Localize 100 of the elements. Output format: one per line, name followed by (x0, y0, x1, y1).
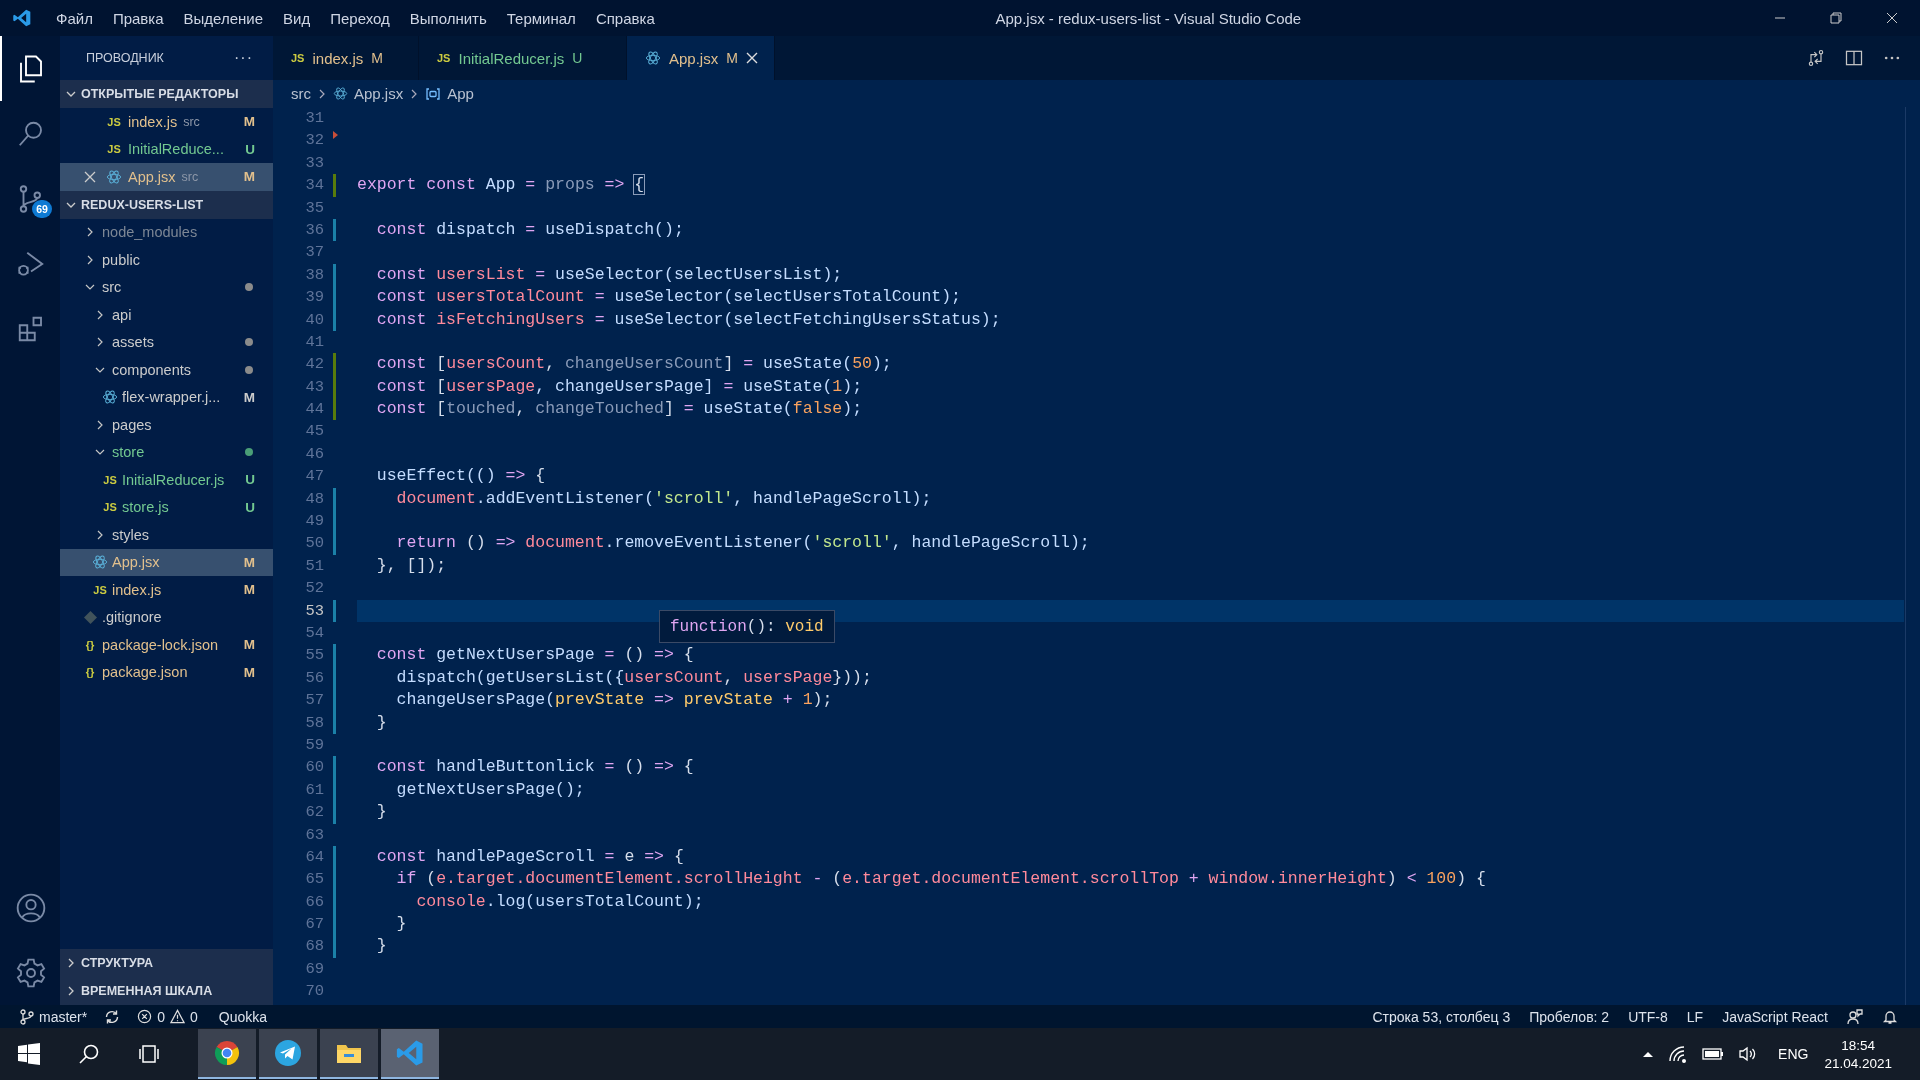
battery-icon[interactable] (1702, 1047, 1725, 1061)
tree-item[interactable]: public (60, 246, 273, 274)
tree-item[interactable]: {} package-lock.json M (60, 631, 273, 659)
git-status: U (245, 141, 255, 157)
code-line: const [usersPage, changeUsersPage] = useState(1); (375, 376, 863, 396)
tree-item[interactable]: JS store.js U (60, 493, 273, 521)
language-mode[interactable]: JavaScript React (1722, 1008, 1828, 1025)
warning-count[interactable]: 0 (190, 1008, 198, 1025)
breadcrumb-item[interactable]: App (447, 85, 474, 102)
tree-item[interactable]: JS InitialReducer.js U (60, 466, 273, 494)
tree-item[interactable]: App.jsx M (60, 548, 273, 576)
atom-icon (333, 86, 348, 101)
windows-logo-icon[interactable] (18, 1043, 40, 1065)
activity-bar-item[interactable]: 69 (0, 166, 60, 231)
file-name: package-lock.json (102, 636, 219, 653)
section-header[interactable]: REDUX-USERS-LIST (60, 190, 273, 219)
sync-icon[interactable] (104, 1008, 121, 1025)
code-line: export const App = props => { (357, 175, 645, 195)
open-editor-item[interactable]: JS InitialReduce... U (60, 135, 273, 163)
editor-tab[interactable]: App.jsx M (627, 36, 775, 80)
tree-item[interactable]: src (60, 273, 273, 301)
menu-item[interactable]: Выполнить (399, 9, 497, 27)
warning-icon[interactable] (170, 1009, 186, 1024)
code-line: }, []); (375, 555, 447, 575)
tab-title: index.js (312, 49, 364, 67)
more-actions-button[interactable]: ··· (234, 49, 253, 67)
tree-item[interactable]: store (60, 438, 273, 466)
tree-item[interactable]: pages (60, 411, 273, 439)
file-type-label: JS (437, 52, 451, 64)
taskbar-app[interactable] (259, 1029, 317, 1079)
tree-item[interactable]: styles (60, 521, 273, 549)
line-number: 35 (304, 197, 324, 219)
search-icon[interactable] (78, 1043, 100, 1065)
file-type-label: {} (85, 638, 95, 651)
file-name: flex-wrapper.j... (122, 389, 221, 406)
file-name: components (112, 361, 191, 378)
menu-item[interactable]: Выделение (173, 9, 274, 27)
code-line: const usersTotalCount = useSelector(selectUsersTotalCount); (375, 287, 962, 307)
split-editor-icon[interactable] (1844, 48, 1864, 68)
branch-icon[interactable] (20, 1008, 34, 1025)
atom-icon (102, 389, 118, 406)
section-header[interactable]: СТРУКТУРА (60, 949, 273, 977)
task-view-icon[interactable] (138, 1043, 160, 1065)
line-number: 63 (304, 824, 324, 846)
line-number: 41 (304, 331, 324, 353)
menu-item[interactable]: Переход (320, 9, 400, 27)
code-line: const handlePageScroll = e => { (375, 846, 684, 866)
breadcrumb-item[interactable]: App.jsx (354, 85, 404, 102)
file-name: store.js (122, 499, 169, 516)
open-editor-item[interactable]: App.jsx src M (60, 163, 273, 191)
tree-item[interactable]: {} package.json M (60, 658, 273, 686)
clock-time[interactable]: 18:54 (1841, 1037, 1876, 1053)
line-number: 34 (304, 175, 324, 197)
close-icon[interactable] (745, 52, 758, 64)
window-title: App.jsx - redux-users-list - Visual Studio Code (994, 9, 1303, 27)
breadcrumb-item[interactable]: src (291, 85, 311, 102)
menu-item[interactable]: Справка (585, 9, 665, 27)
menu-item[interactable]: Вид (273, 9, 321, 27)
code-line: } (395, 914, 407, 934)
indentation[interactable]: Пробелов: 2 (1529, 1008, 1610, 1025)
menu-item[interactable]: Терминал (496, 9, 586, 27)
open-editor-item[interactable]: JS index.js src M (60, 108, 273, 136)
tree-item[interactable]: .gitignore (60, 603, 273, 631)
settings-icon[interactable] (15, 956, 47, 989)
compare-changes-icon[interactable] (1806, 48, 1826, 68)
menu-item[interactable]: Файл (46, 9, 103, 27)
quokka-status[interactable]: Quokka (218, 1008, 268, 1025)
taskbar-app[interactable] (198, 1029, 256, 1079)
tree-item[interactable]: assets (60, 328, 273, 356)
input-language[interactable]: ENG (1778, 1046, 1809, 1062)
explorer-title: ПРОВОДНИК (86, 51, 164, 65)
hover-tooltip: function(): void (659, 610, 835, 643)
caret-up-icon[interactable] (1642, 1049, 1655, 1059)
branch-name[interactable]: master* (39, 1008, 88, 1025)
clock-date[interactable]: 21.04.2021 (1824, 1055, 1892, 1071)
editor-tab[interactable]: JS index.js M (273, 36, 419, 80)
ribbon-logo-icon (395, 1038, 425, 1068)
tree-item[interactable]: components (60, 356, 273, 384)
section-header[interactable]: ВРЕМЕННАЯ ШКАЛА (60, 977, 273, 1005)
tab-title: InitialReducer.js (458, 49, 565, 67)
code-line: const usersList = useSelector(selectUsersList); (375, 264, 843, 284)
close-icon[interactable] (84, 170, 96, 183)
line-number: 43 (304, 376, 324, 398)
tree-item[interactable]: node_modules (60, 218, 273, 246)
section-header[interactable]: ОТКРЫТЫЕ РЕДАКТОРЫ (60, 80, 273, 108)
line-ending[interactable]: LF (1686, 1008, 1704, 1025)
bell-icon[interactable] (1882, 1008, 1898, 1025)
tree-item[interactable]: api (60, 301, 273, 329)
code-line: document.addEventListener('scroll', handlePageScroll); (395, 488, 932, 508)
error-count[interactable]: 0 (157, 1008, 166, 1025)
tree-item[interactable]: JS index.js M (60, 576, 273, 604)
tree-item[interactable]: flex-wrapper.j... M (60, 383, 273, 411)
wifi-icon[interactable] (1668, 1045, 1689, 1063)
cursor-position[interactable]: Строка 53, столбец 3 (1372, 1008, 1511, 1025)
error-icon[interactable] (137, 1009, 153, 1024)
feedback-icon[interactable] (1847, 1008, 1863, 1025)
menu-item[interactable]: Правка (102, 9, 174, 27)
account-icon[interactable] (15, 891, 47, 924)
encoding[interactable]: UTF-8 (1628, 1008, 1668, 1025)
taskbar-app[interactable] (320, 1029, 378, 1079)
